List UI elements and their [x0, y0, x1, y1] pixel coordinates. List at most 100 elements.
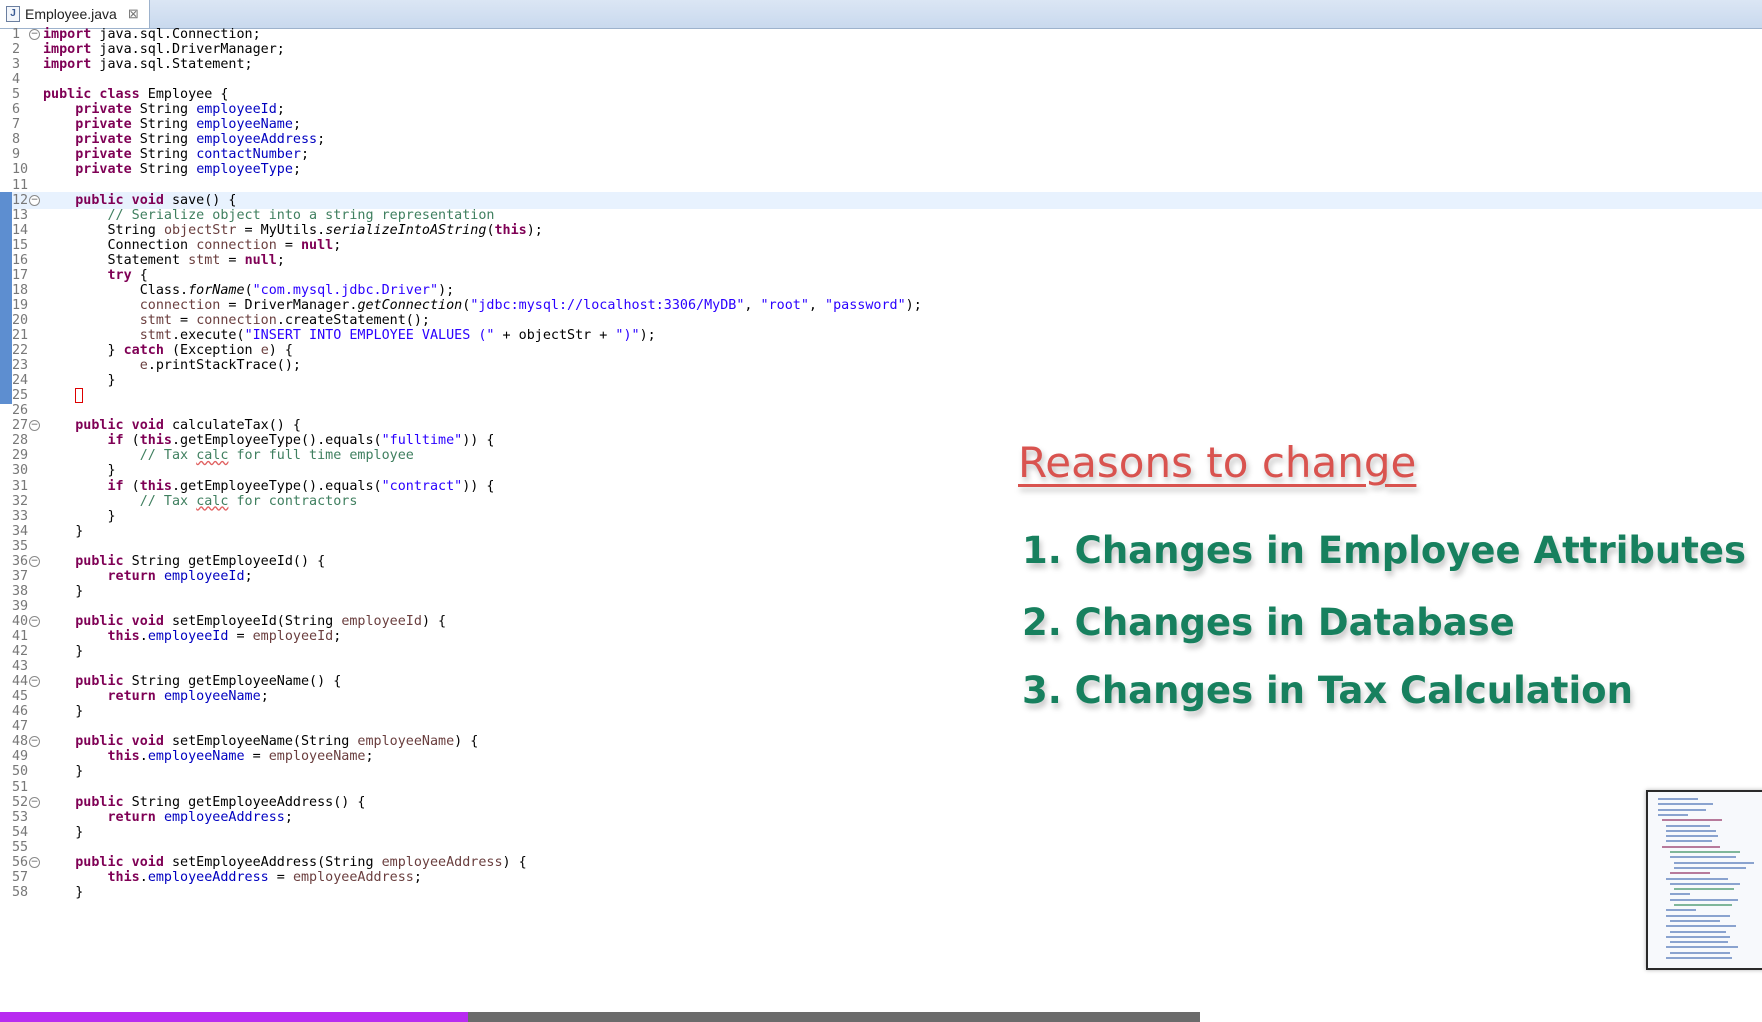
minimap-line	[1662, 845, 1720, 848]
minimap-line	[1670, 898, 1738, 901]
minimap-line	[1658, 813, 1688, 816]
reason-item-2: 2. Changes in Database	[1022, 601, 1515, 644]
fold-toggle-icon[interactable]: −	[29, 194, 40, 206]
fold-toggle-icon[interactable]: −	[29, 555, 40, 567]
code-token: );	[639, 328, 656, 343]
java-file-icon: J	[6, 6, 20, 22]
code-token: ,	[808, 297, 826, 313]
code-token: .getEmployeeType().equals(	[172, 433, 382, 449]
code-token: forName	[188, 282, 245, 298]
code-token: }	[43, 523, 84, 539]
code-token: = MyUtils.	[236, 222, 326, 238]
code-token: ;	[333, 237, 342, 253]
code-token: Statement	[43, 252, 189, 268]
code-token: ) {	[268, 343, 293, 359]
fold-toggle-icon[interactable]: −	[29, 736, 40, 748]
code-token: getConnection	[357, 297, 463, 313]
code-token: stmt	[139, 328, 172, 343]
minimap-line	[1670, 919, 1720, 922]
code-token: "jdbc:mysql://localhost:3306/MyDB"	[470, 297, 745, 313]
code-token: return	[107, 689, 156, 705]
minimap-line	[1670, 930, 1726, 933]
code-token: =	[220, 252, 245, 268]
code-token: public	[75, 794, 124, 810]
code-editor[interactable]: 1− import java.sql.Connection; 2 import jav…	[0, 27, 1762, 1012]
minimap-line	[1670, 941, 1728, 944]
code-token: );	[438, 282, 455, 298]
code-token: employeeAddress	[147, 869, 269, 885]
code-minimap[interactable]	[1646, 790, 1762, 970]
code-token: ) {	[421, 613, 447, 629]
code-token: employeeName	[147, 749, 245, 765]
code-token: ;	[292, 162, 301, 178]
code-token: ,	[744, 297, 761, 313]
code-token: stmt	[188, 252, 221, 268]
code-token: employeeAddress	[163, 809, 285, 825]
code-token: this	[139, 478, 172, 494]
code-token: for contractors	[228, 493, 358, 509]
fold-toggle-icon[interactable]: −	[29, 676, 40, 688]
bracket-match-cursor	[75, 387, 84, 403]
minimap-line	[1670, 872, 1710, 875]
code-token: contactNumber	[196, 147, 301, 163]
code-token: (	[486, 222, 495, 238]
code-line[interactable]: 58 }	[0, 884, 1762, 901]
code-token: objectStr	[163, 222, 237, 238]
code-token: this	[107, 749, 140, 765]
code-token: if	[107, 433, 124, 449]
close-icon[interactable]: ⊠	[128, 6, 139, 22]
code-token: for full time employee	[228, 448, 414, 464]
code-token: }	[43, 704, 84, 720]
code-token: ")"	[615, 328, 640, 343]
code-token: .execute(	[172, 328, 245, 343]
code-token: ) {	[502, 854, 527, 870]
code-token: String	[131, 147, 197, 163]
code-token: Class.	[43, 282, 189, 298]
code-token: "root"	[760, 297, 809, 313]
tab-employee-java[interactable]: J Employee.java ⊠	[0, 0, 150, 28]
minimap-line	[1666, 935, 1730, 938]
fold-toggle-icon[interactable]: −	[29, 420, 40, 432]
code-token: employeeId	[341, 613, 422, 629]
minimap-line	[1674, 888, 1734, 891]
video-progress-track[interactable]	[0, 1012, 1200, 1022]
minimap-line	[1666, 914, 1730, 917]
code-token: String getEmployeeAddress() {	[123, 794, 366, 810]
minimap-line	[1662, 819, 1722, 822]
fold-toggle-icon[interactable]: −	[29, 615, 40, 627]
code-token: employeeName	[357, 734, 455, 750]
code-token: =	[172, 312, 197, 328]
code-token: ;	[244, 568, 253, 584]
code-token: connection	[196, 237, 277, 253]
code-token: Connection	[43, 237, 197, 253]
code-token: String	[131, 162, 197, 178]
fold-toggle-icon[interactable]: −	[29, 856, 40, 868]
fold-toggle-icon[interactable]: −	[29, 29, 40, 40]
code-token: .	[139, 869, 148, 885]
minimap-line	[1666, 829, 1716, 832]
fold-toggle-icon[interactable]: −	[29, 796, 40, 808]
code-token: this	[494, 222, 527, 238]
code-token: // Serialize object into a string repres…	[107, 207, 495, 223]
code-token: "fulltime"	[381, 433, 463, 449]
code-token: setEmployeeId(String	[163, 613, 342, 629]
code-token: ) {	[454, 734, 479, 750]
code-token: );	[905, 297, 922, 313]
code-token: employeeId	[252, 629, 334, 644]
code-token: .	[139, 629, 148, 644]
